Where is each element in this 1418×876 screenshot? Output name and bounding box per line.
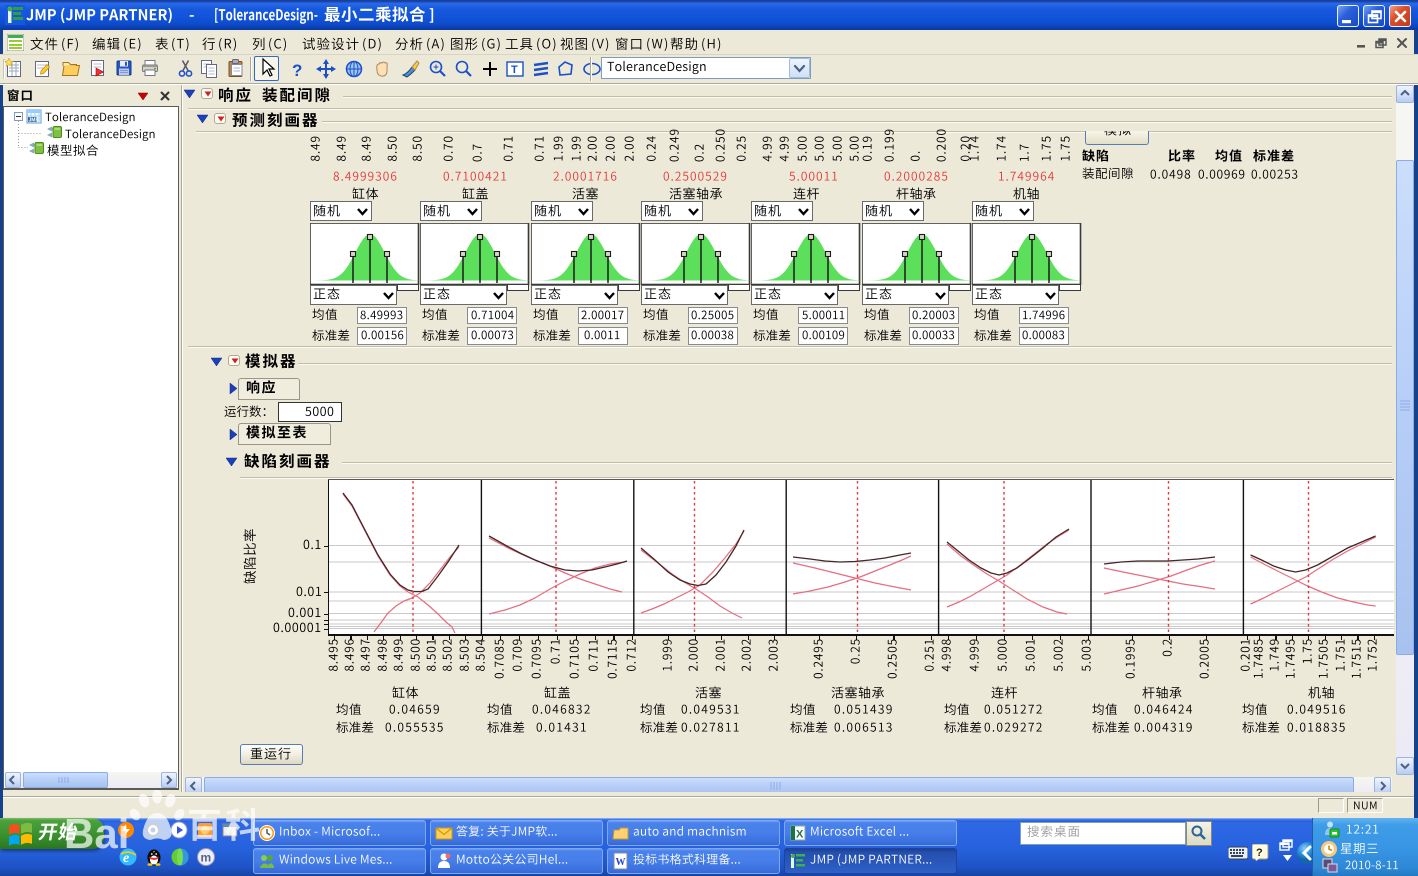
svg-text:W: W xyxy=(616,857,626,868)
svg-text:?: ? xyxy=(1256,847,1263,859)
svg-text:Bai: Bai xyxy=(64,810,129,856)
svg-text:X: X xyxy=(796,829,804,841)
svg-text:T: T xyxy=(511,64,518,76)
svg-text:JMP: JMP xyxy=(29,118,40,124)
svg-text:?: ? xyxy=(292,61,302,79)
